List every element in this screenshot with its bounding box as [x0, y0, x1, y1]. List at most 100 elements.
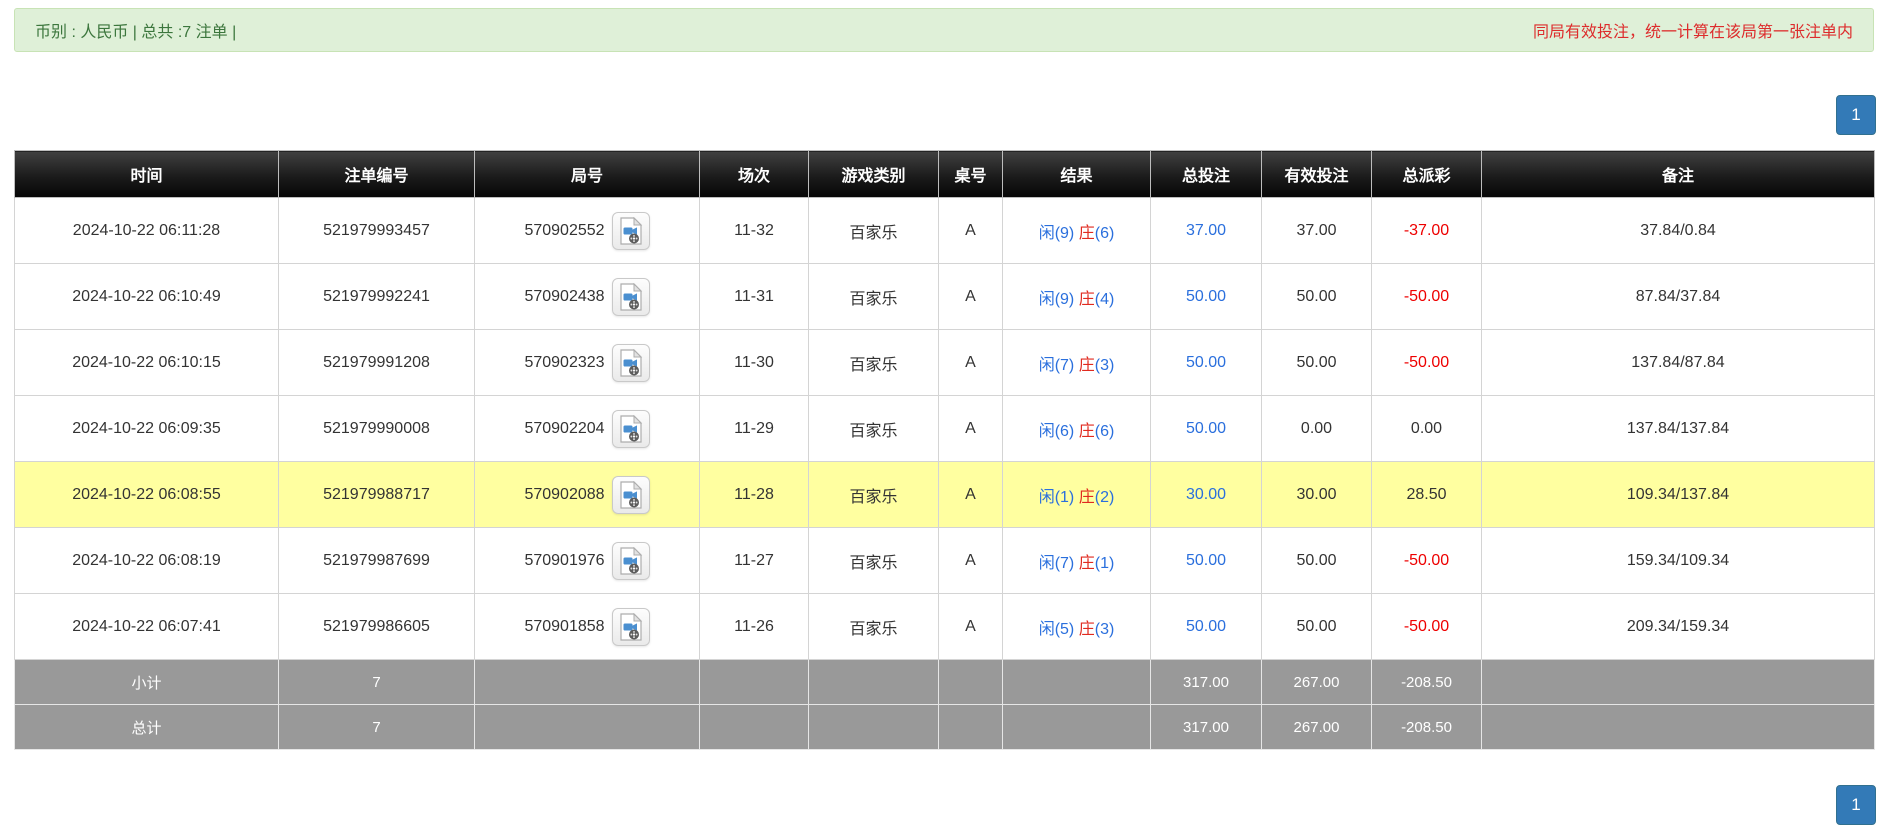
cell-result: 闲(7) 庄(3): [1003, 330, 1151, 396]
video-replay-button[interactable]: [612, 212, 650, 250]
column-header-1: 注单编号: [279, 151, 475, 198]
video-replay-button[interactable]: [612, 476, 650, 514]
cell-valid-bet: 50.00: [1262, 594, 1372, 660]
column-header-2: 局号: [475, 151, 700, 198]
total-valid-bet: 267.00: [1262, 705, 1372, 750]
cell-game-type: 百家乐: [809, 264, 939, 330]
result-player-score: (7): [1055, 555, 1075, 572]
video-file-icon: [619, 613, 643, 641]
subtotal-valid-bet: 267.00: [1262, 660, 1372, 705]
result-link[interactable]: 闲(5) 庄(3): [1039, 621, 1115, 638]
bet-row: 2024-10-22 06:07:41521979986605570901858…: [15, 594, 1875, 660]
cell-table-no: A: [939, 396, 1003, 462]
cell-session: 11-26: [700, 594, 809, 660]
cell-game-type: 百家乐: [809, 594, 939, 660]
cell-round: 570902088: [475, 462, 700, 528]
video-file-icon: [619, 217, 643, 245]
cell-valid-bet: 37.00: [1262, 198, 1372, 264]
cell-result: 闲(7) 庄(1): [1003, 528, 1151, 594]
total-payout: -208.50: [1372, 705, 1482, 750]
cell-time: 2024-10-22 06:08:19: [15, 528, 279, 594]
round-number: 570902323: [524, 354, 604, 372]
total-total-bet: 317.00: [1151, 705, 1262, 750]
cell-payout: -50.00: [1372, 330, 1482, 396]
column-header-3: 场次: [700, 151, 809, 198]
cell-total-bet[interactable]: 50.00: [1151, 330, 1262, 396]
video-replay-button[interactable]: [612, 278, 650, 316]
cell-round: 570902323: [475, 330, 700, 396]
cell-total-bet[interactable]: 50.00: [1151, 528, 1262, 594]
video-file-icon: [619, 481, 643, 509]
cell-total-bet[interactable]: 50.00: [1151, 396, 1262, 462]
result-player-score: (6): [1055, 423, 1075, 440]
cell-session: 11-31: [700, 264, 809, 330]
total-count: 7: [279, 705, 475, 750]
cell-payout: 28.50: [1372, 462, 1482, 528]
round-number: 570901858: [524, 618, 604, 636]
bet-row: 2024-10-22 06:10:49521979992241570902438…: [15, 264, 1875, 330]
cell-remark: 137.84/87.84: [1482, 330, 1875, 396]
bet-row: 2024-10-22 06:11:28521979993457570902552…: [15, 198, 1875, 264]
round-wrap: 570902204: [479, 410, 695, 448]
result-player-score: (7): [1055, 357, 1075, 374]
subtotal-total-bet: 317.00: [1151, 660, 1262, 705]
cell-table-no: A: [939, 330, 1003, 396]
page-1-button[interactable]: 1: [1836, 95, 1876, 135]
result-player: 闲: [1039, 225, 1055, 242]
cell-valid-bet: 0.00: [1262, 396, 1372, 462]
info-banner: 币别 : 人民币 | 总共 :7 注单 | 同局有效投注，统一计算在该局第一张注…: [14, 8, 1874, 52]
video-replay-button[interactable]: [612, 344, 650, 382]
video-file-icon: [619, 547, 643, 575]
round-wrap: 570901976: [479, 542, 695, 580]
cell-table-no: A: [939, 528, 1003, 594]
result-player: 闲: [1039, 555, 1055, 572]
result-link[interactable]: 闲(7) 庄(3): [1039, 357, 1115, 374]
total-label: 总计: [15, 705, 279, 750]
result-banker: 庄: [1079, 555, 1095, 572]
cell-total-bet[interactable]: 37.00: [1151, 198, 1262, 264]
cell-total-bet[interactable]: 30.00: [1151, 462, 1262, 528]
cell-game-type: 百家乐: [809, 330, 939, 396]
currency-summary-text: 币别 : 人民币 | 总共 :7 注单 |: [35, 18, 236, 42]
cell-remark: 109.34/137.84: [1482, 462, 1875, 528]
cell-table-no: A: [939, 198, 1003, 264]
result-link[interactable]: 闲(7) 庄(1): [1039, 555, 1115, 572]
cell-game-type: 百家乐: [809, 528, 939, 594]
round-wrap: 570901858: [479, 608, 695, 646]
column-header-0: 时间: [15, 151, 279, 198]
result-banker-score: (6): [1095, 423, 1115, 440]
cell-payout: 0.00: [1372, 396, 1482, 462]
cell-bet-id: 521979987699: [279, 528, 475, 594]
result-link[interactable]: 闲(1) 庄(2): [1039, 489, 1115, 506]
bet-row: 2024-10-22 06:10:15521979991208570902323…: [15, 330, 1875, 396]
video-replay-button[interactable]: [612, 542, 650, 580]
page-1-button-bottom[interactable]: 1: [1836, 785, 1876, 825]
result-player: 闲: [1039, 291, 1055, 308]
result-banker: 庄: [1079, 621, 1095, 638]
result-link[interactable]: 闲(9) 庄(4): [1039, 291, 1115, 308]
subtotal-count: 7: [279, 660, 475, 705]
cell-payout: -50.00: [1372, 594, 1482, 660]
cell-payout: -37.00: [1372, 198, 1482, 264]
result-banker-score: (3): [1095, 357, 1115, 374]
round-number: 570902438: [524, 288, 604, 306]
video-replay-button[interactable]: [612, 410, 650, 448]
cell-table-no: A: [939, 264, 1003, 330]
result-link[interactable]: 闲(6) 庄(6): [1039, 423, 1115, 440]
result-player: 闲: [1039, 423, 1055, 440]
result-banker-score: (3): [1095, 621, 1115, 638]
cell-valid-bet: 50.00: [1262, 264, 1372, 330]
result-link[interactable]: 闲(9) 庄(6): [1039, 225, 1115, 242]
cell-bet-id: 521979991208: [279, 330, 475, 396]
cell-payout: -50.00: [1372, 528, 1482, 594]
video-replay-button[interactable]: [612, 608, 650, 646]
round-number: 570902552: [524, 222, 604, 240]
column-header-7: 总投注: [1151, 151, 1262, 198]
cell-session: 11-28: [700, 462, 809, 528]
cell-total-bet[interactable]: 50.00: [1151, 594, 1262, 660]
cell-bet-id: 521979986605: [279, 594, 475, 660]
cell-session: 11-29: [700, 396, 809, 462]
result-banker: 庄: [1079, 225, 1095, 242]
cell-total-bet[interactable]: 50.00: [1151, 264, 1262, 330]
bet-row: 2024-10-22 06:09:35521979990008570902204…: [15, 396, 1875, 462]
